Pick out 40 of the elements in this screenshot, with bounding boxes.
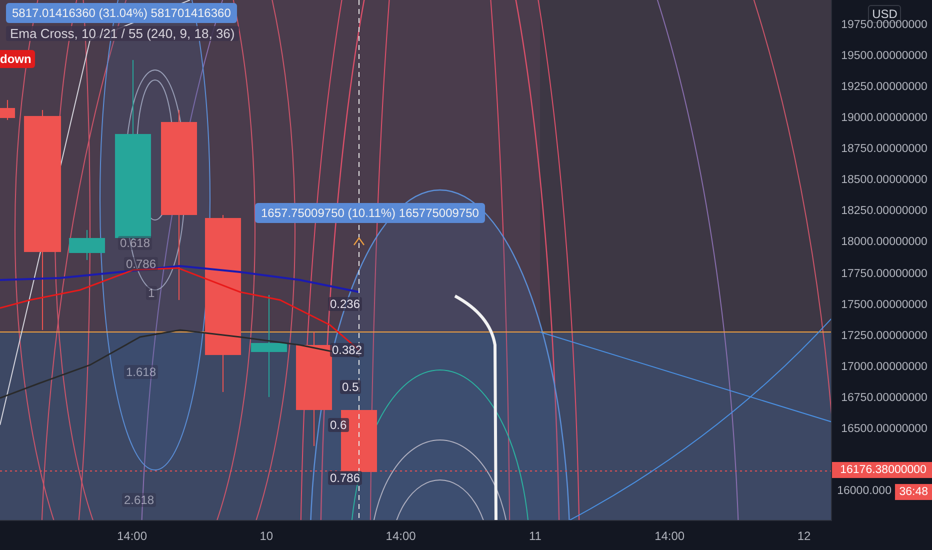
- price-label: 16750.00000000: [841, 392, 928, 404]
- price-label: 19250.00000000: [841, 81, 928, 94]
- price-label: 19500.00000000: [841, 50, 928, 62]
- measure-label: 1657.75009750 (10.11%) 165775009750: [255, 203, 485, 223]
- current-price-label: 16176.38000000: [832, 462, 932, 478]
- price-label: 17500.00000000: [841, 298, 928, 311]
- fib-level-label: 1.618: [124, 365, 158, 379]
- price-label: 18000.00000000: [841, 236, 928, 248]
- time-label: 14:00: [654, 529, 685, 543]
- candle: [0, 100, 15, 120]
- time-label: 10: [260, 529, 274, 543]
- price-label: 18250.00000000: [841, 205, 928, 218]
- measure-label: 5817.01416360 (31.04%) 581701416360: [6, 3, 237, 23]
- fib-level-label: 0.786: [328, 471, 362, 485]
- time-label: 11: [528, 529, 542, 543]
- price-label: 17750.00000000: [841, 268, 928, 280]
- fib-level-label: 0.618: [118, 236, 152, 250]
- signal-badge: down: [0, 50, 36, 68]
- indicator-legend: Ema Cross, 10 /21 / 55 (240, 9, 18, 36): [6, 26, 239, 41]
- time-label: 14:00: [386, 529, 416, 543]
- fib-level-label: 0.6: [328, 418, 349, 432]
- fib-level-label: 1: [146, 286, 157, 300]
- price-label: 17250.00000000: [841, 330, 928, 342]
- fib-level-label: 2.618: [122, 493, 156, 507]
- price-label: 18750.00000000: [841, 143, 928, 156]
- fib-level-label: 0.382: [330, 343, 364, 357]
- candle: [69, 230, 105, 260]
- fib-level-label: 0.236: [328, 297, 362, 311]
- price-label: 16000.000: [837, 485, 892, 497]
- time-axis[interactable]: 14:00 10 14:00 11 14:00 12: [0, 520, 832, 550]
- price-axis[interactable]: [831, 0, 932, 520]
- price-label: 16500.00000000: [841, 422, 928, 435]
- time-label: 14:00: [116, 529, 148, 543]
- fib-level-label: 0.786: [124, 257, 158, 271]
- fib-level-label: 0.5: [340, 380, 361, 394]
- price-label: 18500.00000000: [841, 174, 928, 186]
- price-label: 19000.00000000: [841, 112, 928, 124]
- countdown-label: 36:48: [895, 484, 932, 500]
- price-label: 17000.00000000: [841, 360, 928, 373]
- time-label: 12: [797, 529, 811, 543]
